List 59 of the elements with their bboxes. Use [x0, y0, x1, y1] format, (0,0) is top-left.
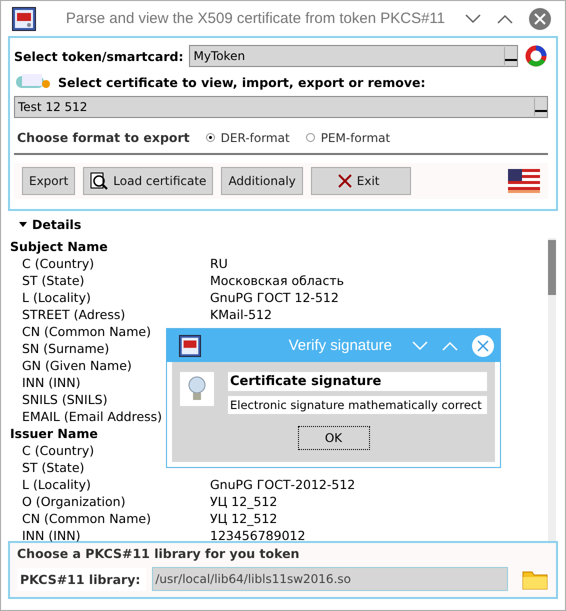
app-icon — [179, 334, 201, 356]
dialog-heading: Certificate signature — [228, 372, 487, 391]
field-value: УЦ 12_512 — [210, 493, 278, 510]
field-name: INN (INN) — [22, 527, 81, 544]
format-label: Choose format to export — [17, 130, 190, 145]
field-name: CN (Common Name) — [22, 323, 151, 340]
field-name: O (Organization) — [22, 493, 126, 510]
toolbar-button[interactable]: Load certificate — [83, 167, 214, 195]
dialog-message: Electronic signature mathematically correct — [228, 396, 487, 414]
toolbar-button[interactable]: Export — [22, 167, 76, 195]
field-name: L (Locality) — [22, 476, 91, 493]
certificate-label: Select certificate to view, import, export or remove: — [58, 74, 426, 90]
token-label: Select token/smartcard: — [14, 48, 184, 64]
section-heading: Subject Name — [10, 238, 108, 255]
field-value: GnuPG ГОСТ 12-512 — [210, 289, 339, 306]
field-name: ST (State) — [22, 272, 84, 289]
token-dropdown[interactable]: MyToken — [189, 45, 518, 67]
field-value: УЦ 12_512 — [210, 510, 278, 527]
window-title: Parse and view the X509 certificate from token PKCS#11 — [66, 10, 445, 27]
field-value: Московская область — [210, 272, 344, 289]
ok-button[interactable]: OK — [298, 426, 370, 450]
toolbar-button[interactable]: Additionaly — [221, 167, 303, 195]
field-value: RU — [210, 255, 228, 272]
library-title: Choose a PKCS#11 library for you token — [17, 546, 300, 561]
field-name: SN (Surname) — [22, 340, 110, 357]
field-value: GnuPG ГОСТ-2012-512 — [210, 476, 356, 493]
close-x-icon — [338, 174, 352, 188]
field-name: C (Country) — [22, 255, 94, 272]
expander-icon[interactable] — [18, 220, 28, 228]
field-name: CN (Common Name) — [22, 510, 151, 527]
flag-icon[interactable] — [508, 169, 540, 193]
library-label: PKCS#11 library: — [17, 568, 146, 590]
minimize-icon[interactable] — [465, 14, 481, 24]
maximize-icon[interactable] — [497, 14, 513, 24]
certificate-dropdown[interactable]: Test 12 512 — [14, 96, 548, 118]
section-heading: Issuer Name — [10, 425, 98, 442]
field-value: 123456789012 — [210, 527, 306, 544]
close-icon[interactable] — [472, 334, 494, 356]
toolbar-button[interactable]: Exit — [310, 167, 411, 195]
field-name: C (Country) — [22, 442, 94, 459]
field-name: INN (INN) — [22, 374, 81, 391]
app-icon — [12, 6, 36, 30]
field-name: GN (Given Name) — [22, 357, 132, 374]
field-name: ST (State) — [22, 459, 84, 476]
format-radio[interactable]: DER-format — [206, 130, 290, 144]
field-name: STREET (Adress) — [22, 306, 126, 323]
field-value: KMail-512 — [210, 306, 272, 323]
magnifier-page-icon — [90, 172, 108, 190]
dialog-title: Verify signature — [288, 337, 392, 354]
library-path-field[interactable]: /usr/local/lib64/libls11sw2016.so — [152, 567, 508, 591]
format-radio[interactable]: PEM-format — [306, 130, 390, 144]
close-icon[interactable] — [529, 8, 551, 30]
field-name: L (Locality) — [22, 289, 91, 306]
field-name: SNILS (SNILS) — [22, 391, 108, 408]
field-name: EMAIL (Email Address) — [22, 408, 162, 425]
scrollbar[interactable] — [548, 238, 556, 541]
details-title[interactable]: Details — [32, 217, 82, 232]
refresh-ring-icon[interactable] — [524, 44, 548, 68]
light-bulb-icon — [180, 372, 214, 406]
